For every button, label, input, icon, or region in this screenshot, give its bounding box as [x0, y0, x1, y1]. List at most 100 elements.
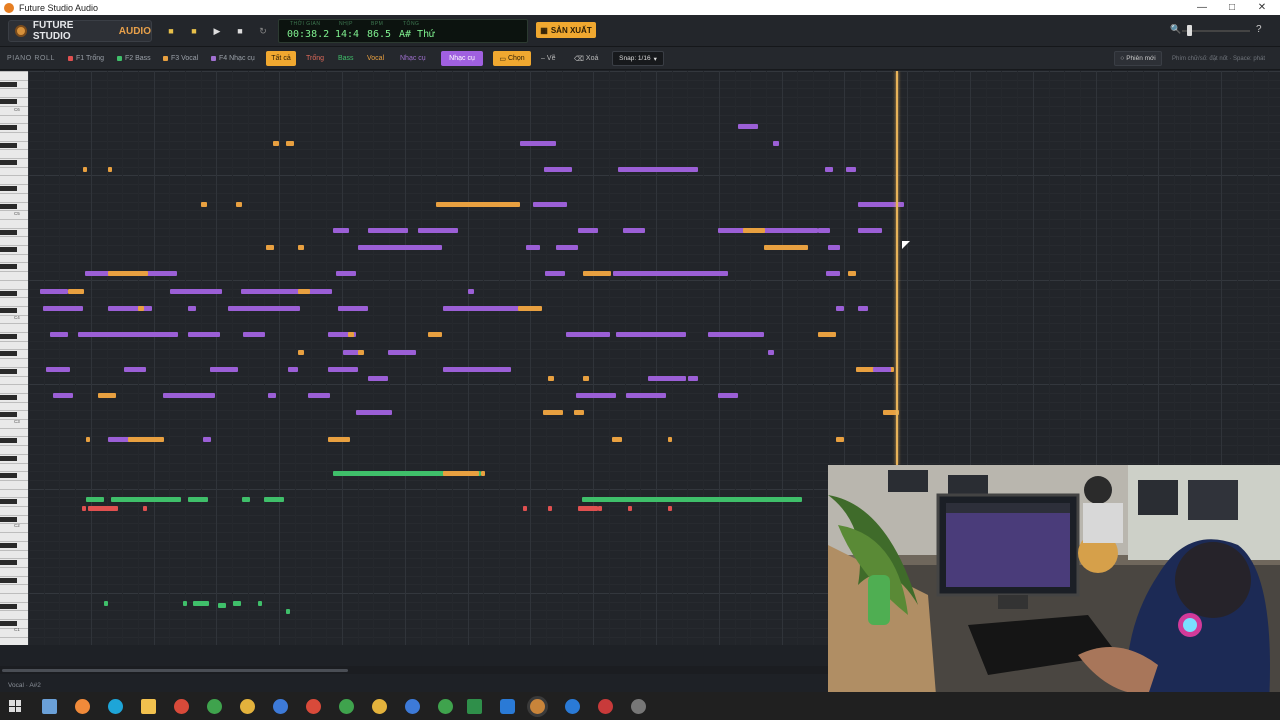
black-key[interactable]: [0, 186, 17, 192]
drum-note[interactable]: [523, 506, 527, 511]
white-key[interactable]: [0, 184, 28, 186]
instrument-note[interactable]: [368, 376, 388, 381]
instrument-note[interactable]: [623, 228, 645, 233]
black-key[interactable]: [0, 247, 17, 252]
white-key[interactable]: [0, 149, 28, 151]
black-key[interactable]: [0, 351, 17, 357]
vocal-note[interactable]: [574, 410, 584, 415]
instrument-note[interactable]: [718, 393, 738, 398]
black-key[interactable]: [0, 81, 17, 87]
copilot-icon[interactable]: [75, 699, 90, 714]
vocal-note[interactable]: [108, 167, 112, 172]
save-folder-icon[interactable]: ■: [185, 23, 203, 39]
export-button[interactable]: ▦ SẢN XUẤT: [536, 22, 596, 38]
white-key[interactable]: [0, 384, 28, 386]
black-key[interactable]: [0, 621, 17, 627]
white-key[interactable]: [0, 427, 28, 429]
vocal-note[interactable]: [443, 471, 479, 476]
white-key[interactable]: [0, 601, 28, 603]
select-tool-button[interactable]: ▭ Chọn: [493, 51, 531, 66]
zoom-slider-thumb[interactable]: [1187, 25, 1192, 36]
bass-note[interactable]: [258, 601, 262, 606]
white-key[interactable]: [0, 462, 28, 464]
drum-note[interactable]: [668, 506, 672, 511]
white-key[interactable]: [0, 245, 28, 246]
vocal-note[interactable]: [201, 202, 207, 207]
vocal-note[interactable]: [328, 437, 350, 442]
white-key[interactable]: [0, 471, 28, 473]
white-key[interactable]: [0, 506, 28, 507]
white-key[interactable]: [0, 123, 28, 125]
white-key[interactable]: [0, 549, 28, 551]
taskview-icon[interactable]: [42, 699, 57, 714]
white-key[interactable]: [0, 514, 28, 516]
black-key[interactable]: [0, 334, 17, 339]
black-key[interactable]: [0, 542, 17, 548]
chrome-icon[interactable]: [240, 699, 255, 714]
white-key[interactable]: [0, 558, 28, 560]
excel-icon[interactable]: [467, 699, 482, 714]
white-key[interactable]: [0, 340, 28, 342]
white-key[interactable]: [0, 488, 28, 490]
black-key[interactable]: [0, 394, 17, 400]
bass-note[interactable]: [111, 497, 181, 502]
instrument-note[interactable]: [124, 367, 146, 372]
black-key[interactable]: [0, 203, 17, 209]
black-key[interactable]: [0, 412, 17, 418]
chrome-icon[interactable]: [339, 699, 354, 714]
bass-note[interactable]: [188, 497, 208, 502]
black-key[interactable]: [0, 368, 17, 374]
white-key[interactable]: [0, 479, 28, 481]
instrument-note[interactable]: [828, 245, 840, 250]
snap-select[interactable]: Snap: 1/16 ▾: [612, 51, 664, 66]
instrument-note[interactable]: [46, 367, 70, 372]
instrument-note[interactable]: [858, 228, 882, 233]
vocal-note[interactable]: [818, 332, 836, 337]
vocal-note[interactable]: [358, 350, 364, 355]
vocal-note[interactable]: [436, 202, 520, 207]
vocal-note[interactable]: [138, 306, 144, 311]
windows-start-icon[interactable]: [9, 700, 21, 712]
white-key[interactable]: [0, 253, 28, 255]
instrument-note[interactable]: [336, 271, 356, 276]
zoom-slider[interactable]: [1182, 30, 1250, 32]
drum-note[interactable]: [598, 506, 602, 511]
black-key[interactable]: [0, 229, 17, 235]
bass-note[interactable]: [183, 601, 187, 606]
new-session-button[interactable]: ○ Phiên mới: [1114, 51, 1162, 66]
filter-instrument[interactable]: Nhạc cụ: [396, 51, 430, 66]
white-key[interactable]: [0, 445, 28, 447]
instrument-note[interactable]: [526, 245, 540, 250]
white-key[interactable]: [0, 584, 28, 586]
instrument-note[interactable]: [626, 393, 666, 398]
app-icon[interactable]: [500, 699, 515, 714]
scrollbar-thumb[interactable]: [2, 669, 348, 672]
drum-note[interactable]: [143, 506, 147, 511]
instrument-note[interactable]: [338, 306, 368, 311]
instrument-note[interactable]: [648, 376, 686, 381]
vocal-note[interactable]: [548, 376, 554, 381]
open-folder-icon[interactable]: ■: [162, 23, 180, 39]
instrument-note[interactable]: [43, 306, 83, 311]
vocal-note[interactable]: [298, 289, 310, 294]
instrument-note[interactable]: [188, 332, 220, 337]
future-studio-taskbar-icon[interactable]: [530, 699, 545, 714]
chrome-icon[interactable]: [174, 699, 189, 714]
instrument-note[interactable]: [544, 167, 572, 172]
vocal-note[interactable]: [298, 350, 304, 355]
vocal-note[interactable]: [836, 437, 844, 442]
black-key[interactable]: [0, 516, 17, 522]
instrument-note[interactable]: [818, 228, 830, 233]
vocal-note[interactable]: [68, 289, 84, 294]
white-key[interactable]: [0, 401, 28, 403]
instrument-note[interactable]: [268, 393, 276, 398]
bass-note[interactable]: [242, 497, 250, 502]
instrument-note[interactable]: [108, 306, 152, 311]
instrument-note[interactable]: [358, 245, 442, 250]
white-key[interactable]: [0, 218, 28, 220]
instrument-note[interactable]: [708, 332, 764, 337]
instrument-note[interactable]: [308, 393, 330, 398]
white-key[interactable]: [0, 262, 28, 264]
app-icon[interactable]: [598, 699, 613, 714]
vocal-note[interactable]: [86, 437, 90, 442]
